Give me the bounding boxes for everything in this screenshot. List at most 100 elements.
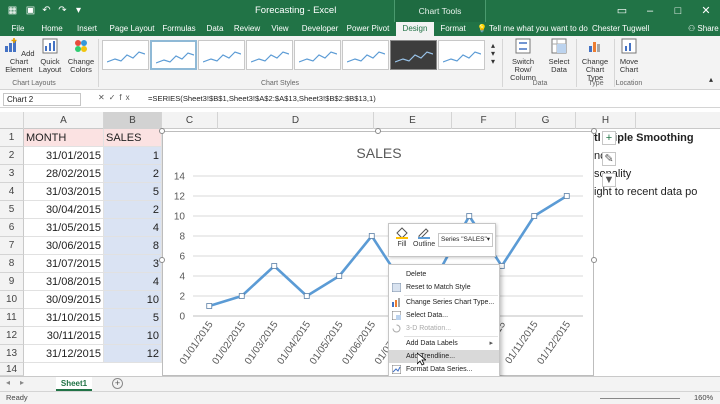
insert-function-icon[interactable]: fx (119, 93, 133, 102)
column-header-h[interactable]: H (576, 112, 636, 129)
column-header-e[interactable]: E (374, 112, 452, 129)
chart-styles-brush-icon[interactable]: ✎ (602, 152, 616, 166)
tab-review[interactable]: Review (230, 22, 264, 36)
column-header-c[interactable]: C (162, 112, 218, 129)
row-header[interactable]: 6 (0, 219, 24, 237)
month-cell[interactable]: 31/08/2015 (24, 273, 104, 291)
row-header[interactable]: 11 (0, 309, 24, 327)
name-box[interactable]: Chart 2 (3, 93, 81, 106)
tab-file[interactable]: File (4, 22, 32, 36)
tab-home[interactable]: Home (36, 22, 68, 36)
sales-cell[interactable]: 1 (104, 147, 162, 165)
menu-item-delete[interactable]: Delete (389, 268, 499, 281)
zoom-level[interactable]: 160% (694, 393, 713, 402)
tab-insert[interactable]: Insert (70, 22, 104, 36)
chart-style-4[interactable] (246, 40, 293, 70)
row-header[interactable]: 9 (0, 273, 24, 291)
resize-handle[interactable] (375, 128, 381, 134)
row-header[interactable]: 7 (0, 237, 24, 255)
chart-title[interactable]: SALES (356, 145, 401, 161)
month-cell[interactable]: 28/02/2015 (24, 165, 104, 183)
tell-me-search[interactable]: 💡 Tell me what you want to do (477, 22, 588, 36)
chart-style-8[interactable] (438, 40, 485, 70)
row-header[interactable]: 8 (0, 255, 24, 273)
menu-item-select-data[interactable]: Select Data... (389, 309, 499, 322)
sales-cell[interactable]: 2 (104, 165, 162, 183)
row-header[interactable]: 5 (0, 201, 24, 219)
month-cell[interactable]: 30/04/2015 (24, 201, 104, 219)
redo-icon[interactable]: ↷ (56, 4, 69, 17)
formula-text[interactable]: =SERIES(Sheet3!$B$1,Sheet3!$A$2:$A$13,Sh… (148, 94, 376, 103)
sales-cell[interactable]: 10 (104, 291, 162, 309)
column-header-g[interactable]: G (516, 112, 576, 129)
month-cell[interactable]: 31/12/2015 (24, 345, 104, 363)
month-cell[interactable]: 31/03/2015 (24, 183, 104, 201)
sales-cell[interactable]: 4 (104, 219, 162, 237)
customize-qat-icon[interactable]: ▾ (72, 4, 85, 17)
add-sheet-button[interactable]: + (112, 378, 123, 389)
resize-handle[interactable] (159, 257, 165, 263)
menu-item-change-series-chart-type[interactable]: Change Series Chart Type... (389, 296, 499, 309)
chart-style-1[interactable] (102, 40, 149, 70)
column-header-f[interactable]: F (452, 112, 516, 129)
tab-power-pivot[interactable]: Power Pivot (344, 22, 392, 36)
sales-cell[interactable]: 3 (104, 255, 162, 273)
enter-icon[interactable]: ✓ (109, 93, 120, 102)
zoom-slider[interactable] (600, 398, 680, 399)
save-icon[interactable]: ▣ (24, 4, 37, 17)
select-all-button[interactable] (0, 112, 24, 129)
scroll-right-icon[interactable]: ▸ (20, 378, 24, 387)
month-cell[interactable]: 30/11/2015 (24, 327, 104, 345)
row-header[interactable]: 12 (0, 327, 24, 345)
quick-layout-button[interactable]: Quick Layout (36, 38, 64, 74)
column-header-b[interactable]: B (104, 112, 162, 129)
tab-data[interactable]: Data (202, 22, 228, 36)
sales-cell[interactable]: 2 (104, 201, 162, 219)
collapse-ribbon-icon[interactable]: ▴ (706, 76, 716, 84)
sales-cell[interactable]: 4 (104, 273, 162, 291)
select-data-button[interactable]: Select Data (546, 38, 572, 74)
tab-design[interactable]: Design (396, 22, 434, 36)
tab-view[interactable]: View (266, 22, 294, 36)
menu-item-add-data-labels[interactable]: Add Data Labels ▸ (389, 337, 499, 350)
chart-style-2[interactable] (150, 40, 197, 70)
outline-button[interactable]: Outline (413, 227, 435, 248)
row-header[interactable]: 13 (0, 345, 24, 363)
row-header[interactable]: 3 (0, 165, 24, 183)
month-cell[interactable]: 30/09/2015 (24, 291, 104, 309)
series-selector[interactable]: Series "SALES" ▾ (438, 233, 493, 247)
row-header[interactable]: 4 (0, 183, 24, 201)
sales-cell[interactable]: 8 (104, 237, 162, 255)
row-header[interactable]: 14 (0, 363, 24, 376)
menu-item-format-data-series[interactable]: Format Data Series... (389, 363, 499, 376)
minimize-button[interactable]: – (636, 0, 664, 22)
change-chart-type-button[interactable]: Change Chart Type (578, 38, 612, 82)
sales-cell[interactable]: 5 (104, 183, 162, 201)
sales-cell[interactable]: 5 (104, 309, 162, 327)
chart-style-3[interactable] (198, 40, 245, 70)
switch-row-column-button[interactable]: Switch Row/ Column (506, 38, 540, 82)
menu-item-add-trendline[interactable]: Add Trendline... (389, 350, 499, 363)
tab-developer[interactable]: Developer (298, 22, 342, 36)
scroll-left-icon[interactable]: ◂ (6, 378, 10, 387)
header-cell-sales[interactable]: SALES (104, 129, 162, 147)
month-cell[interactable]: 31/07/2015 (24, 255, 104, 273)
tab-page-layout[interactable]: Page Layout (106, 22, 158, 36)
share-button[interactable]: ⚇ Share (688, 22, 719, 36)
chart-styles-more-icon[interactable]: ▴ ▾ ▾ (488, 42, 498, 66)
column-header-a[interactable]: A (24, 112, 104, 129)
tab-formulas[interactable]: Formulas (158, 22, 200, 36)
change-colors-button[interactable]: Change Colors (66, 38, 96, 74)
chart-filters-icon[interactable]: ▼ (602, 173, 616, 187)
cancel-icon[interactable]: ✕ (98, 93, 109, 102)
user-name[interactable]: Chester Tugwell (592, 22, 649, 36)
row-header[interactable]: 2 (0, 147, 24, 165)
resize-handle[interactable] (159, 128, 165, 134)
month-cell[interactable]: 31/05/2015 (24, 219, 104, 237)
month-cell[interactable]: 31/10/2015 (24, 309, 104, 327)
header-cell-month[interactable]: MONTH (24, 129, 104, 147)
resize-handle[interactable] (591, 257, 597, 263)
undo-icon[interactable]: ↶ (40, 4, 53, 17)
close-button[interactable]: ✕ (692, 0, 720, 22)
row-header[interactable]: 1 (0, 129, 24, 147)
